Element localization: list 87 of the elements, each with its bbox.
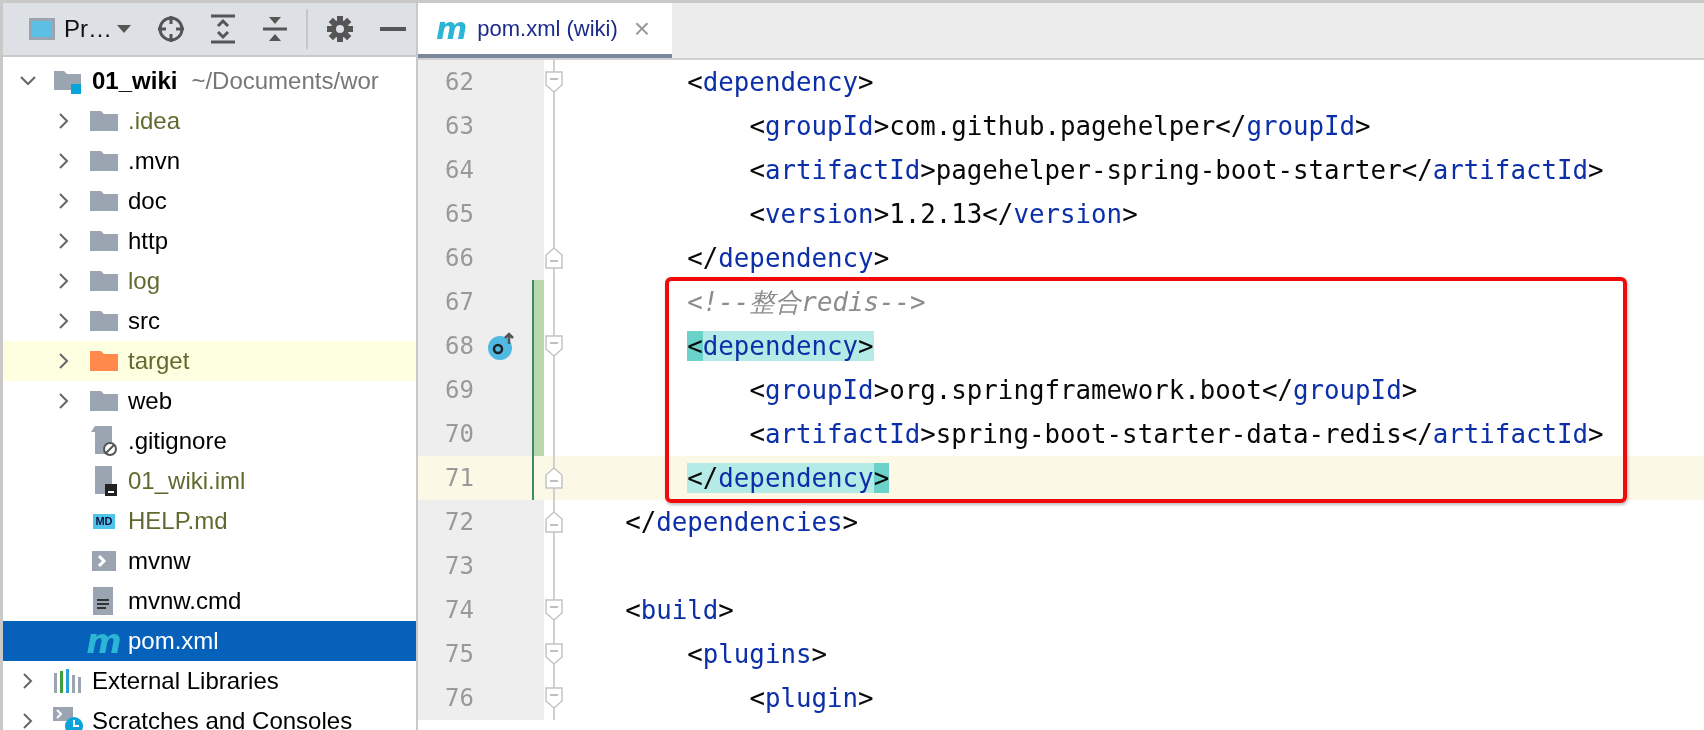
tree-item[interactable]: web	[3, 381, 416, 421]
item-label: mvnw	[128, 547, 191, 575]
tree-item[interactable]: mvnw.cmd	[3, 581, 416, 621]
minimize-icon[interactable]	[380, 26, 406, 32]
code-line: <!--整合redis-->	[686, 285, 926, 319]
code-line: </dependency>	[686, 243, 890, 273]
item-label: 01_wiki.iml	[128, 467, 246, 495]
code-line: <artifactId>pagehelper-spring-boot-starter</artifactId>	[748, 155, 1604, 185]
caret-icon	[116, 24, 132, 34]
crosshair-icon[interactable]	[156, 14, 186, 44]
tree-item[interactable]: target	[3, 341, 416, 381]
panel-title-dropdown[interactable]: Pr…	[64, 15, 132, 43]
module-folder-icon	[53, 68, 83, 94]
item-label: target	[128, 347, 190, 375]
folder-icon	[90, 150, 118, 172]
maven-file-icon: m	[86, 626, 122, 656]
markdown-file-icon: MD	[93, 513, 115, 529]
tree-item[interactable]: .gitignore	[3, 421, 416, 461]
code-line: <version>1.2.13</version>	[748, 199, 1138, 229]
tree-item[interactable]: src	[3, 301, 416, 341]
script-file-icon	[92, 551, 116, 571]
folder-icon	[90, 230, 118, 252]
item-label: log	[128, 267, 161, 295]
tree-item[interactable]: 01_wiki.iml	[3, 461, 416, 501]
maven-file-icon: m	[436, 13, 468, 44]
line-number: 67	[444, 288, 474, 316]
libraries-icon	[54, 669, 82, 693]
item-path: ~/Documents/wor	[191, 67, 379, 95]
code-line: </dependencies>	[624, 507, 859, 537]
item-label: web	[128, 387, 173, 415]
code-line: </dependency>	[686, 463, 890, 493]
folder-icon	[90, 190, 118, 212]
item-label: doc	[128, 187, 167, 215]
code-line: <dependency>	[686, 331, 874, 361]
line-number: 76	[444, 684, 474, 712]
item-label: HELP.md	[128, 507, 228, 535]
line-number: 66	[444, 244, 474, 272]
item-label: mvnw.cmd	[128, 587, 242, 615]
item-label: Scratches and Consoles	[92, 707, 353, 730]
code-line: <groupId>org.springframework.boot</groupId>	[748, 375, 1418, 405]
code-line: <groupId>com.github.pagehelper</groupId>	[748, 111, 1371, 141]
tree-item[interactable]: Scratches and Consoles	[3, 701, 416, 730]
folder-icon	[90, 110, 118, 132]
folder-icon	[90, 350, 118, 372]
tree-item[interactable]: doc	[3, 181, 416, 221]
code-line: <build>	[624, 595, 734, 625]
tree-item[interactable]: .idea	[3, 101, 416, 141]
folder-icon	[90, 270, 118, 292]
collapse-all-icon[interactable]	[262, 14, 288, 44]
item-label: pom.xml	[128, 627, 219, 655]
item-label: .mvn	[128, 147, 180, 175]
tree-item[interactable]: External Libraries	[3, 661, 416, 701]
code-line: <artifactId>spring-boot-starter-data-redis</artifactId>	[748, 419, 1604, 449]
line-number: 72	[444, 508, 474, 536]
item-label: .gitignore	[128, 427, 227, 455]
line-number: 74	[444, 596, 474, 624]
tree-item[interactable]: .mvn	[3, 141, 416, 181]
line-number: 71	[444, 464, 474, 492]
tree-item[interactable]: m pom.xml	[3, 621, 416, 661]
line-number: 65	[444, 200, 474, 228]
tree-item[interactable]: http	[3, 221, 416, 261]
line-number: 62	[444, 68, 474, 96]
item-label: src	[128, 307, 160, 335]
line-number: 70	[444, 420, 474, 448]
item-label: http	[128, 227, 169, 255]
expand-all-icon[interactable]	[210, 14, 236, 44]
tree-item[interactable]: 01_wiki ~/Documents/wor	[3, 61, 416, 101]
code-line: <plugins>	[686, 639, 828, 669]
tree-item[interactable]: mvnw	[3, 541, 416, 581]
line-number: 68	[444, 332, 474, 360]
line-number: 69	[444, 376, 474, 404]
line-number: 64	[444, 156, 474, 184]
tree-item[interactable]: MD HELP.md	[3, 501, 416, 541]
item-label: 01_wiki	[92, 67, 178, 95]
line-number: 73	[444, 552, 474, 580]
item-label: .idea	[128, 107, 181, 135]
tree-item[interactable]: log	[3, 261, 416, 301]
editor-tab[interactable]: m pom.xml (wiki) ×	[418, 3, 673, 58]
folder-icon	[90, 390, 118, 412]
code-line: <dependency>	[686, 67, 874, 97]
item-label: External Libraries	[92, 667, 279, 695]
folder-icon	[90, 310, 118, 332]
line-number: 75	[444, 640, 474, 668]
line-number: 63	[444, 112, 474, 140]
ignored-file-icon	[91, 426, 117, 456]
code-line: <plugin>	[748, 683, 874, 713]
text-file-icon	[93, 587, 115, 615]
